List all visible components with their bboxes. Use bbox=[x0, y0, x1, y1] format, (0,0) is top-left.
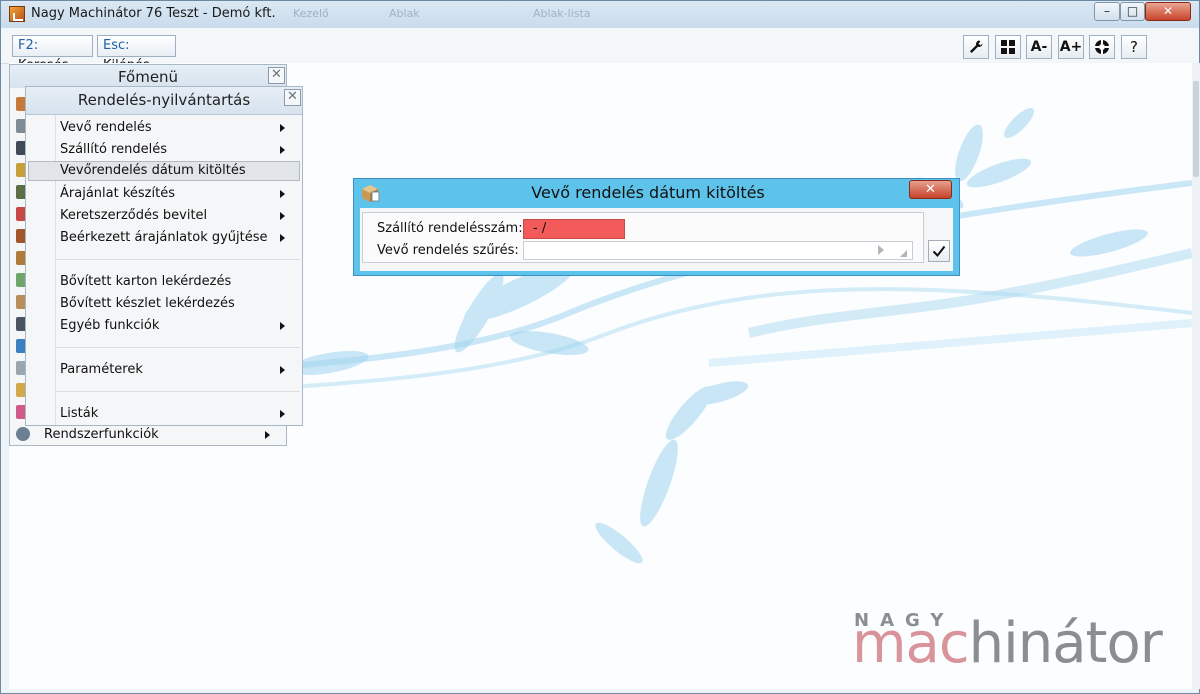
minimize-button[interactable]: – bbox=[1094, 2, 1120, 21]
brand-logo: machinátor bbox=[852, 611, 1163, 676]
menu-item-framework-contract[interactable]: Keretszerződés bevitel bbox=[28, 206, 300, 226]
ghost-tab-2: Ablak bbox=[389, 7, 420, 20]
checkmark-icon bbox=[932, 245, 946, 258]
dialog-form: Szállító rendelésszám: - / Vevő rendelés… bbox=[362, 212, 924, 263]
menu-item-system-functions[interactable]: Rendszerfunkciók bbox=[44, 427, 159, 442]
supplier-order-label: Szállító rendelésszám: bbox=[377, 221, 523, 236]
vertical-scrollbar[interactable] bbox=[1192, 63, 1200, 689]
menu-item-customer-order[interactable]: Vevő rendelés bbox=[28, 118, 300, 138]
menu-item-label: Listák bbox=[60, 406, 99, 421]
chevron-right-icon bbox=[265, 431, 270, 439]
chevron-right-icon bbox=[280, 322, 285, 330]
dialog-title: Vevő rendelés dátum kitöltés bbox=[531, 183, 765, 202]
title-bar[interactable]: Nagy Machinátor 76 Teszt - Demó kft. Kez… bbox=[1, 1, 1199, 28]
app-logo-icon bbox=[9, 6, 25, 22]
resize-corner-icon bbox=[900, 250, 907, 257]
exit-button[interactable]: Esc: Kilépés bbox=[97, 35, 176, 73]
font-increase-icon[interactable]: A+ bbox=[1058, 35, 1084, 59]
order-registry-title: Rendelés-nyilvántartás bbox=[26, 87, 302, 115]
lifebuoy-icon[interactable] bbox=[1089, 35, 1115, 59]
customer-filter-label: Vevő rendelés szűrés: bbox=[377, 243, 519, 258]
menu-item-order-date-fill[interactable]: Vevőrendelés dátum kitöltés bbox=[28, 161, 300, 181]
chevron-right-icon bbox=[280, 234, 285, 242]
chevron-right-icon bbox=[280, 146, 285, 154]
scrollbar-thumb[interactable] bbox=[1193, 81, 1199, 177]
menu-item-label: Paraméterek bbox=[60, 362, 143, 377]
help-icon[interactable]: ? bbox=[1121, 35, 1147, 59]
brand-logo-part2: hinátor bbox=[968, 611, 1163, 676]
app-window: Nagy Machinátor 76 Teszt - Demó kft. Kez… bbox=[0, 0, 1200, 694]
menu-item-quotation[interactable]: Árajánlat készítés bbox=[28, 184, 300, 204]
dialog-close-button[interactable]: ✕ bbox=[909, 180, 952, 199]
order-registry-close-button[interactable]: ✕ bbox=[284, 89, 301, 106]
dialog-body: Szállító rendelésszám: - / Vevő rendelés… bbox=[360, 208, 953, 271]
menu-item-parameters[interactable]: Paraméterek bbox=[28, 360, 300, 380]
chevron-right-icon bbox=[280, 366, 285, 374]
menu-item-label: Bővített karton lekérdezés bbox=[60, 274, 232, 289]
menu-item-label: Szállító rendelés bbox=[60, 142, 167, 157]
menu-separator bbox=[56, 347, 300, 348]
chevron-right-icon bbox=[280, 212, 285, 220]
menu-item-label: Beérkezett árajánlatok gyűjtése bbox=[60, 230, 268, 245]
search-button[interactable]: F2: Keresés bbox=[12, 35, 93, 73]
menu-item-other-functions[interactable]: Egyéb funkciók bbox=[28, 316, 300, 336]
exit-shortcut: Esc: bbox=[103, 38, 130, 53]
menu-separator bbox=[56, 259, 300, 260]
chevron-right-icon bbox=[280, 124, 285, 132]
menu-item-extended-card-query[interactable]: Bővített karton lekérdezés bbox=[28, 272, 300, 292]
menu-item-label: Árajánlat készítés bbox=[60, 186, 175, 201]
close-window-button[interactable]: ✕ bbox=[1145, 2, 1191, 21]
gears-icon bbox=[16, 427, 30, 441]
font-decrease-icon[interactable]: A- bbox=[1026, 35, 1052, 59]
confirm-button[interactable] bbox=[928, 240, 950, 262]
toolbar: F2: Keresés Esc: Kilépés A- A+ ? bbox=[1, 28, 1199, 73]
menu-item-label: Vevőrendelés dátum kitöltés bbox=[60, 163, 246, 178]
order-date-dialog: Vevő rendelés dátum kitöltés ✕ Szállító … bbox=[353, 178, 960, 276]
menu-item-label: Keretszerződés bevitel bbox=[60, 208, 208, 223]
dialog-title-bar[interactable]: Vevő rendelés dátum kitöltés ✕ bbox=[354, 179, 959, 206]
maximize-button[interactable]: □ bbox=[1120, 2, 1145, 21]
window-title: Nagy Machinátor 76 Teszt - Demó kft. bbox=[31, 6, 276, 21]
chevron-right-icon bbox=[280, 190, 285, 198]
menu-item-label: Egyéb funkciók bbox=[60, 318, 160, 333]
expand-arrow-icon[interactable] bbox=[878, 245, 884, 255]
menu-item-received-quotes[interactable]: Beérkezett árajánlatok gyűjtése bbox=[28, 228, 300, 248]
grid-icon[interactable] bbox=[995, 35, 1021, 59]
ghost-tab-1: Kezelő bbox=[293, 7, 329, 20]
main-menu-close-button[interactable]: ✕ bbox=[268, 67, 285, 84]
menu-item-extended-stock-query[interactable]: Bővített készlet lekérdezés bbox=[28, 294, 300, 314]
chevron-right-icon bbox=[280, 410, 285, 418]
wrench-icon[interactable] bbox=[963, 35, 989, 59]
supplier-order-input[interactable]: - / bbox=[523, 219, 625, 239]
menu-separator bbox=[56, 391, 300, 392]
brand-logo-part1: mac bbox=[852, 611, 970, 676]
menu-item-label: Vevő rendelés bbox=[60, 120, 152, 135]
ghost-tab-3: Ablak-lista bbox=[533, 7, 591, 20]
search-shortcut: F2: bbox=[18, 38, 39, 53]
main-menu-title: Főmenü bbox=[10, 65, 286, 88]
menu-item-supplier-order[interactable]: Szállító rendelés bbox=[28, 140, 300, 160]
menu-item-label: Bővített készlet lekérdezés bbox=[60, 296, 235, 311]
menu-item-lists[interactable]: Listák bbox=[28, 404, 300, 424]
customer-filter-input[interactable] bbox=[523, 241, 913, 260]
order-registry-menu: Rendelés-nyilvántartás ✕ Vevő rendelés S… bbox=[25, 86, 303, 426]
